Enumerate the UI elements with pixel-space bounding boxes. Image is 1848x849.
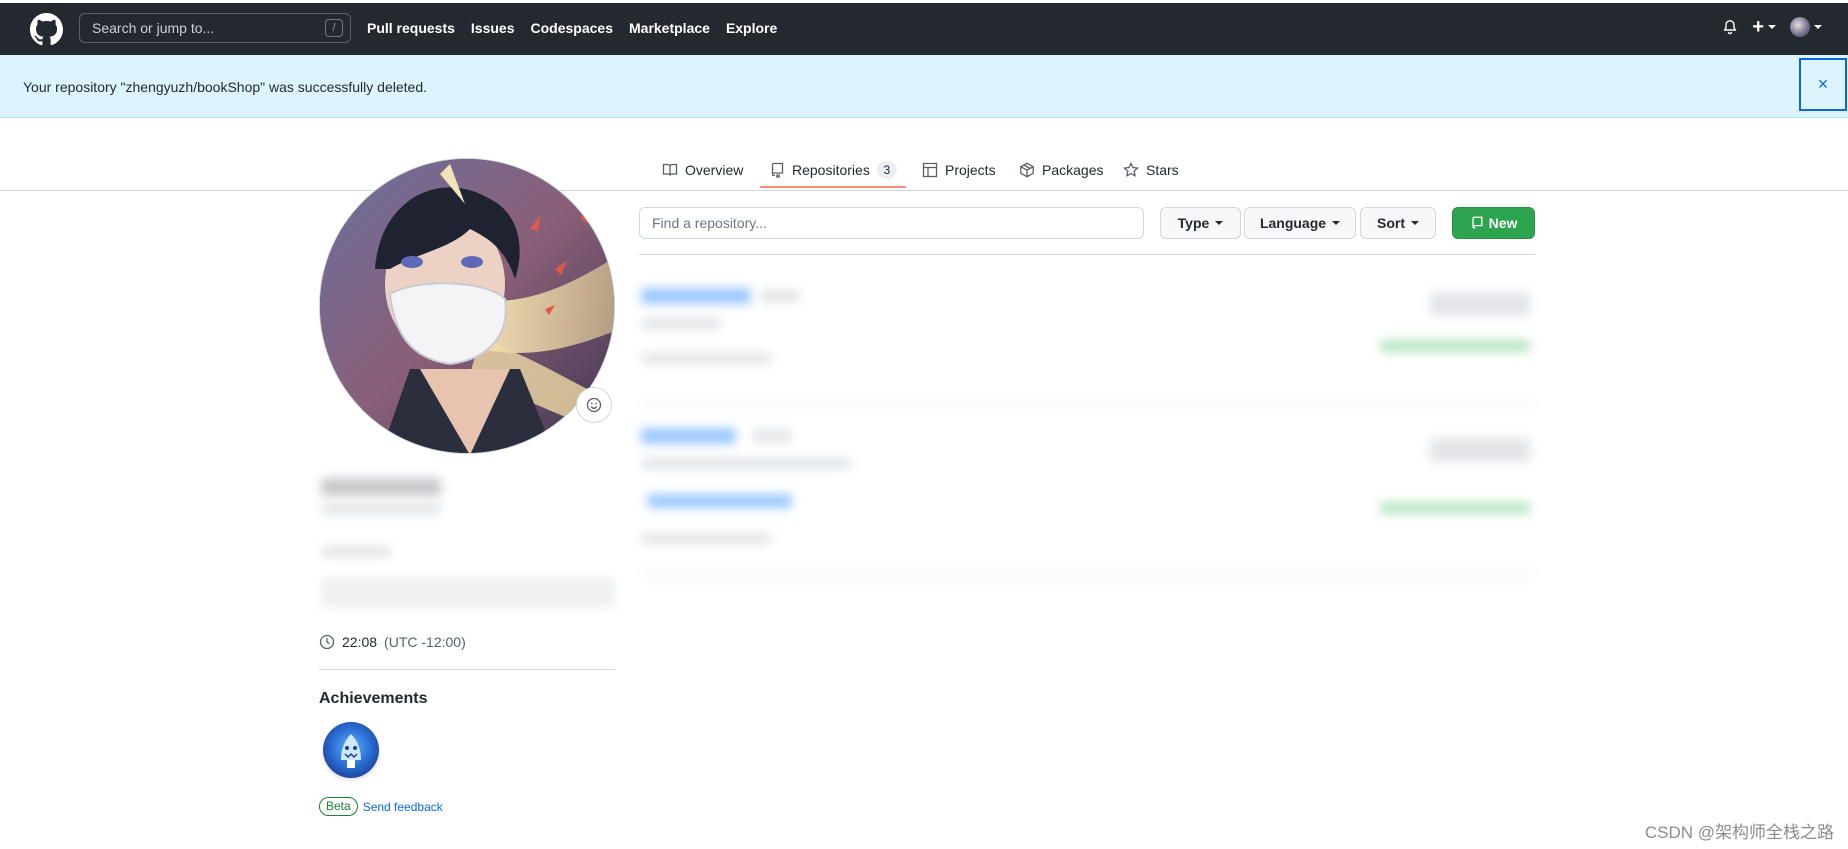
tab-repositories-label: Repositories [792,162,870,178]
sort-button[interactable]: Sort [1360,207,1436,239]
repo-icon [1471,216,1483,229]
new-repository-label: New [1488,215,1518,231]
flash-close-button[interactable]: × [1799,58,1847,111]
blurred-repo-name [641,428,736,444]
language-filter-label: Language [1259,215,1327,231]
blurred-repo-visibility [752,430,792,442]
blurred-activity-graph [1380,502,1530,514]
nav-issues[interactable]: Issues [471,20,515,36]
top-navbar: Search or jump to... / Pull requests Iss… [0,0,1848,55]
divider [319,669,615,670]
profile-tabs: Overview Repositories 3 Projects Package… [0,118,1848,191]
blurred-edit-profile-button [321,578,615,608]
flash-message: Your repository "zhengyuzh/bookShop" was… [23,79,427,95]
blurred-row-divider [641,574,1535,576]
tab-packages[interactable]: Packages [1019,156,1103,184]
tab-projects-label: Projects [945,162,996,178]
shark-achievement-icon [341,734,361,768]
chevron-down-icon [1332,221,1341,225]
chevron-down-icon [1768,25,1776,29]
notifications-bell-icon[interactable] [1722,19,1738,35]
new-repository-button[interactable]: New [1452,207,1535,239]
blurred-repo-visibility [760,290,800,302]
beta-label: Beta [319,797,358,816]
type-filter-label: Type [1177,215,1210,231]
divider [639,254,1535,255]
header-actions: + [1722,17,1822,37]
achievements-footer: Beta Send feedback [319,797,443,816]
repositories-counter: 3 [876,161,897,179]
tab-stars[interactable]: Stars [1123,156,1179,184]
plus-icon: + [1752,16,1764,38]
blurred-repo-topics [647,494,792,508]
flash-notice: Your repository "zhengyuzh/bookShop" was… [0,55,1848,118]
sort-label: Sort [1377,215,1405,231]
blurred-username [321,502,441,514]
search-shortcut-key: / [325,19,343,37]
blurred-repo-desc [641,458,851,469]
tab-packages-label: Packages [1042,162,1104,178]
create-new-dropdown[interactable]: + [1752,16,1776,38]
search-placeholder: Search or jump to... [92,20,215,36]
book-icon [662,163,678,176]
set-status-button[interactable] [576,387,612,423]
blurred-activity-graph [1380,340,1530,352]
profile-avatar[interactable] [319,158,615,454]
repo-icon [771,162,784,178]
blurred-profile-name [321,478,441,496]
find-repository-input[interactable]: Find a repository... [639,207,1144,239]
timezone-label: (UTC -12:00) [384,634,466,650]
avatar [1790,17,1810,37]
blurred-star-button [1430,292,1530,316]
chevron-down-icon [1814,25,1822,29]
send-feedback-link[interactable]: Send feedback [363,800,443,814]
chevron-down-icon [1411,221,1419,225]
tab-repositories[interactable]: Repositories 3 [769,156,897,184]
star-icon [1123,162,1139,177]
nav-pull-requests[interactable]: Pull requests [367,20,455,36]
nav-codespaces[interactable]: Codespaces [531,20,613,36]
blurred-star-button [1430,438,1530,462]
blurred-repo-desc [641,318,721,329]
tab-stars-label: Stars [1146,162,1179,178]
tab-overview[interactable]: Overview [662,156,743,184]
tab-overview-label: Overview [685,162,744,178]
nav-marketplace[interactable]: Marketplace [629,20,710,36]
blurred-repo-name [641,288,751,304]
local-time: 22:08 (UTC -12:00) [319,634,466,650]
global-search-input[interactable]: Search or jump to... / [79,13,351,43]
clock-icon [319,634,335,650]
blurred-repo-meta [641,353,771,364]
language-filter-button[interactable]: Language [1244,207,1356,239]
chevron-down-icon [1215,221,1224,225]
package-icon [1020,162,1034,178]
github-logo-icon[interactable] [30,13,63,46]
user-menu-dropdown[interactable] [1790,17,1822,37]
tab-projects[interactable]: Projects [922,156,996,184]
type-filter-button[interactable]: Type [1160,207,1241,239]
blurred-row-divider [641,405,1535,407]
avatar-illustration [320,159,614,453]
blurred-repo-meta [641,533,771,544]
achievement-badge[interactable] [323,722,379,778]
achievements-heading: Achievements [319,690,428,707]
smiley-icon [586,397,602,413]
table-icon [922,162,938,178]
nav-explore[interactable]: Explore [726,20,777,36]
local-time-value: 22:08 [342,634,378,650]
primary-nav: Pull requests Issues Codespaces Marketpl… [367,20,793,36]
csdn-watermark: CSDN @架构师全栈之路 [1644,823,1834,842]
blurred-bio [321,546,391,557]
active-tab-indicator [760,186,906,188]
